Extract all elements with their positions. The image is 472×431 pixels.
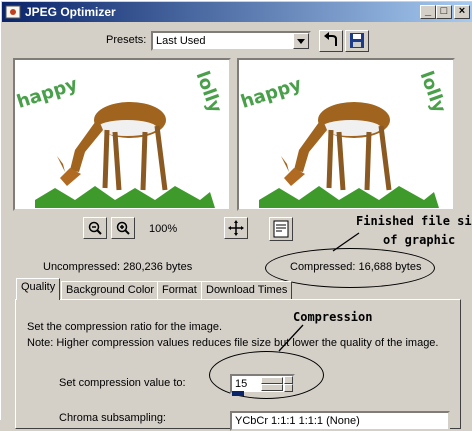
spin-up-arrow-icon[interactable] [261,377,283,384]
chroma-subsampling-value: YCbCr 1:1:1 1:1:1 (None) [235,415,360,427]
spin-down-arrow-icon[interactable] [261,384,283,391]
window-title: JPEG Optimizer [25,5,116,19]
presets-dropdown[interactable]: Last Used [151,31,311,51]
save-preset-button[interactable] [345,30,369,52]
compression-value-label: Set compression value to: [59,377,186,389]
pan-button[interactable] [224,217,248,239]
maximize-button[interactable]: □ [436,5,452,19]
original-preview[interactable]: happy lolly [13,58,231,211]
tab-format[interactable]: Format [157,281,202,300]
annotation-finished-line2: of graphic [383,233,456,247]
annotation-compression: Compression [293,310,373,324]
compression-callout-pointer [278,324,304,352]
move-cross-icon [228,220,244,236]
deer-image-original: happy lolly [15,68,226,208]
spin-buttons[interactable] [284,376,293,392]
compressed-size: Compressed: 16,688 bytes [290,261,422,273]
zoom-in-icon [116,221,130,235]
mini-spin[interactable] [261,377,283,391]
compression-progress-fill [232,391,244,396]
uncompressed-size: Uncompressed: 280,236 bytes [43,261,193,273]
presets-value: Last Used [156,35,206,47]
minimize-button[interactable]: _ [420,5,436,19]
tab-quality[interactable]: Quality [16,278,61,300]
chroma-subsampling-label: Chroma subsampling: [59,412,166,424]
annotation-finished-line1: Finished file size [356,214,472,228]
floppy-disk-icon [350,33,364,48]
jpeg-optimizer-window: JPEG Optimizer _ □ × Presets: Last Used … [0,0,472,431]
optimized-preview[interactable]: happy lolly [237,58,455,211]
title-bar[interactable]: JPEG Optimizer _ □ × [2,2,472,22]
quality-note: Note: Higher compression values reduces … [27,337,439,349]
compression-value: 15 [235,378,248,390]
spin-down-icon[interactable] [284,384,293,392]
callout-pointer [332,232,360,252]
watermark-left-text: happy [15,74,80,113]
watermark-right-text: lolly [192,68,226,115]
tab-background-color[interactable]: Background Color [61,281,160,300]
deer-image-optimized: happy lolly [239,68,450,208]
tab-download-times[interactable]: Download Times [201,281,293,300]
zoom-level: 100% [149,223,178,235]
zoom-out-icon [88,221,102,235]
undo-arrow-icon [324,32,337,46]
presets-label: Presets: [106,34,147,46]
zoom-out-button[interactable] [83,217,107,239]
chroma-subsampling-dropdown[interactable]: YCbCr 1:1:1 1:1:1 (None) [230,411,450,431]
view-options-button[interactable] [269,217,293,241]
app-icon [5,5,21,19]
load-preset-button[interactable] [319,30,343,52]
watermark-left-text: happy [239,74,304,113]
quality-description: Set the compression ratio for the image. [27,321,223,333]
chevron-down-icon[interactable] [293,33,309,49]
close-button[interactable]: × [454,5,470,19]
watermark-right-text: lolly [416,68,450,115]
document-list-icon [273,220,289,238]
zoom-in-button[interactable] [111,217,135,239]
spin-up-icon[interactable] [284,376,293,384]
